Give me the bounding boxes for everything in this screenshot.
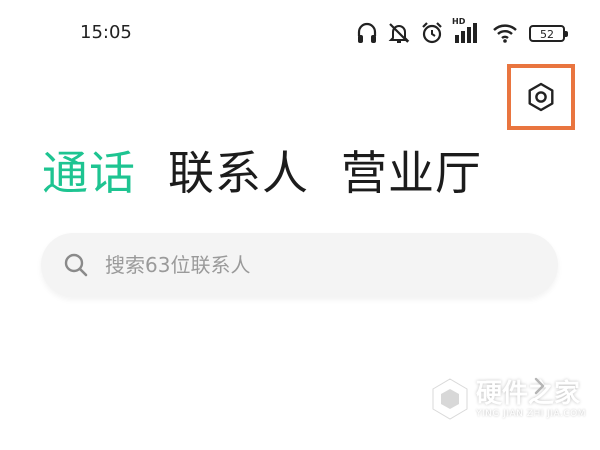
tab-service-hall[interactable]: 营业厅: [341, 140, 482, 206]
mute-icon: [388, 23, 410, 43]
search-bar[interactable]: [41, 233, 558, 297]
battery-level: 52: [540, 27, 554, 41]
watermark-en: YING JIAN ZHI JIA.COM: [476, 409, 587, 419]
chevron-right-icon[interactable]: [532, 376, 548, 396]
tab-contacts[interactable]: 联系人: [168, 140, 309, 206]
signal-icon: [455, 23, 477, 43]
tab-calls[interactable]: 通话: [42, 140, 136, 206]
hexagon-gear-icon: [528, 82, 554, 112]
settings-button[interactable]: [507, 64, 575, 130]
search-input[interactable]: [103, 252, 507, 278]
search-icon: [64, 253, 88, 277]
watermark-logo-icon: [432, 378, 468, 420]
status-icons: HD 52: [356, 17, 568, 48]
watermark: 硬件之家 YING JIAN ZHI JIA.COM: [430, 377, 586, 421]
headphones-icon: [357, 22, 377, 43]
alarm-icon: [422, 22, 442, 44]
status-bar: 15:05 HD 52: [0, 0, 600, 70]
tab-bar: 通话 联系人 营业厅: [42, 140, 482, 206]
status-time: 15:05: [80, 22, 132, 43]
wifi-icon: [493, 24, 517, 43]
battery-icon: 52: [529, 24, 568, 42]
